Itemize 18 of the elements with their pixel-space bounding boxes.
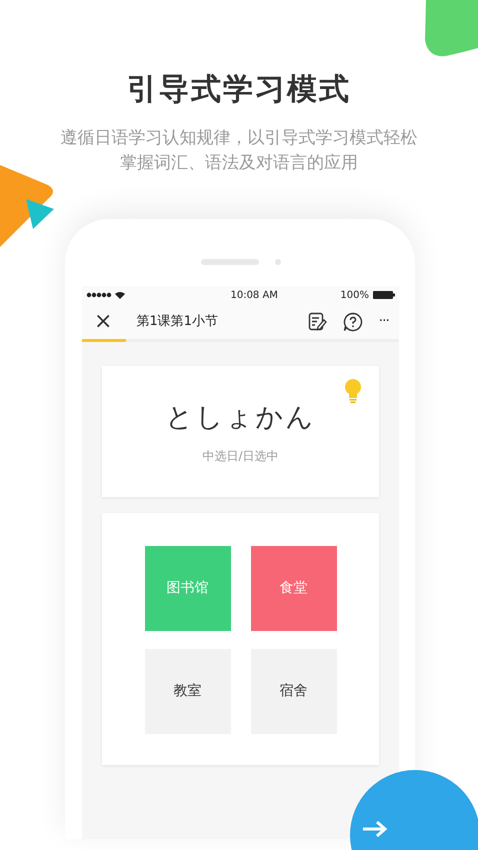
- more-button[interactable]: ···: [378, 311, 389, 332]
- lesson-title: 第1课第1小节: [136, 312, 218, 331]
- headline: 引导式学习模式: [126, 71, 352, 109]
- help-icon[interactable]: [342, 312, 363, 332]
- signal-icon: [86, 291, 128, 299]
- close-button[interactable]: ×: [94, 310, 112, 332]
- japanese-word: としょかん: [166, 401, 316, 436]
- decorative-shape: [424, 0, 478, 57]
- answer-option[interactable]: 教室: [144, 649, 230, 734]
- battery-percent: 100%: [340, 288, 369, 302]
- status-time: 10:08 AM: [230, 288, 278, 302]
- subtitle-line: 遵循日语学习认知规律，以引导式学习模式轻松: [60, 127, 418, 150]
- subtitle-line: 掌握词汇、语法及对语言的应用: [119, 152, 359, 175]
- arrow-icon: [362, 820, 388, 838]
- quiz-mode-label: 中选日/日选中: [202, 448, 279, 465]
- answer-option[interactable]: 宿舍: [250, 649, 336, 734]
- notes-icon[interactable]: [308, 312, 327, 331]
- battery-icon: [373, 291, 395, 299]
